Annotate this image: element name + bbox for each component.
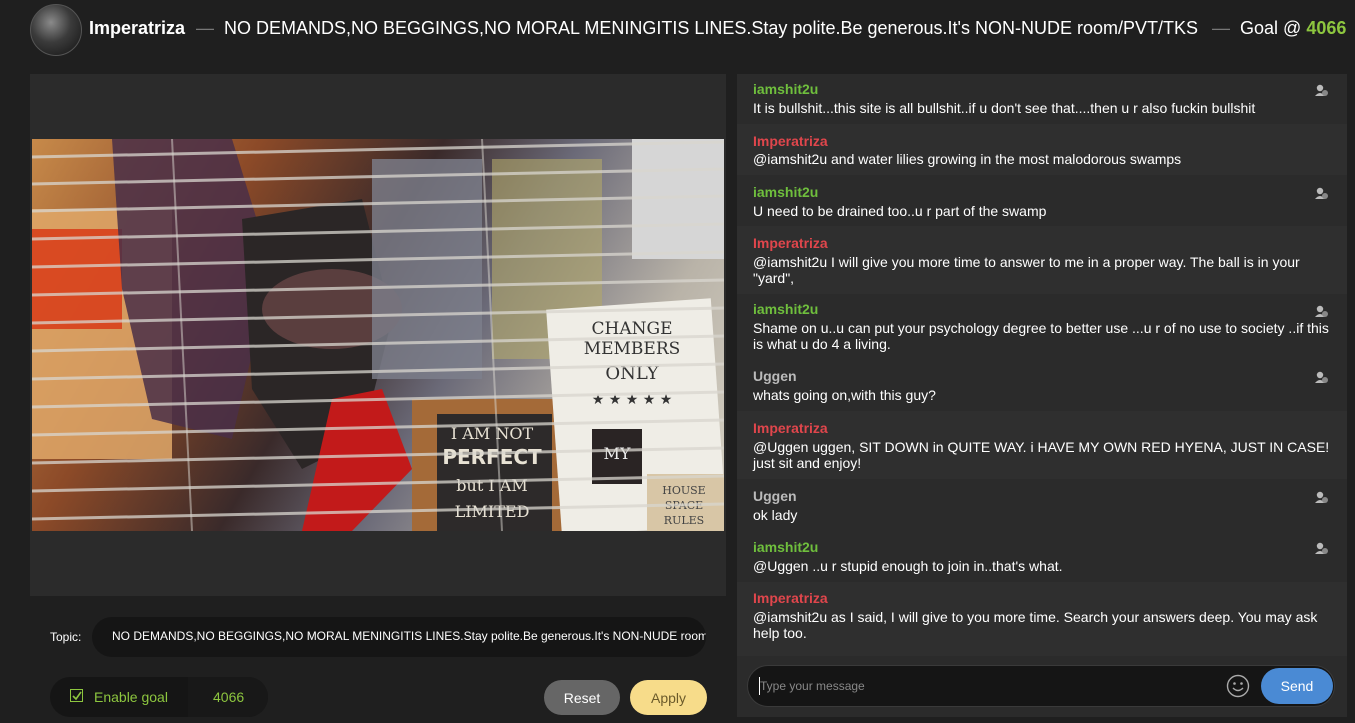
mute-user-icon[interactable] (1313, 540, 1329, 556)
chat-username[interactable]: iamshit2u (753, 301, 818, 317)
chat-message: Imperatriza @iamshit2u as I said, I will… (737, 582, 1347, 656)
header-separator: — (196, 18, 214, 38)
topic-input[interactable]: NO DEMANDS,NO BEGGINGS,NO MORAL MENINGIT… (92, 617, 706, 657)
topic-label: Topic: (50, 630, 82, 644)
chat-text: @iamshit2u I will give you more time to … (753, 254, 1300, 286)
sign-house-rules: HOUSE (662, 484, 705, 497)
chat-text: It is bullshit...this site is all bullsh… (753, 100, 1256, 116)
check-icon (72, 691, 82, 701)
sign-perfect-line4: LIMITED (455, 502, 530, 521)
video-stream[interactable]: CHANGE MEMBERS ONLY ★ ★ ★ ★ ★ I AM NOT P… (32, 139, 724, 531)
chat-username[interactable]: iamshit2u (753, 184, 818, 200)
sign-house-rules-3: RULES (664, 514, 704, 527)
sign-perfect-line3: but I AM (456, 476, 527, 495)
chat-username[interactable]: Imperatriza (753, 235, 828, 251)
enable-goal-label[interactable]: Enable goal (94, 689, 168, 705)
chat-message: iamshit2u U need to be drained too..u r … (737, 175, 1347, 226)
chat-composer: Type your message Send (737, 656, 1347, 717)
chat-text: @Uggen uggen, SIT DOWN in QUITE WAY. i H… (753, 439, 1330, 471)
chat-username[interactable]: Imperatriza (753, 133, 828, 149)
chat-text: whats going on,with this guy? (753, 387, 936, 403)
chat-message: Imperatriza @iamshit2u and water lilies … (737, 124, 1347, 175)
mute-user-icon[interactable] (1313, 369, 1329, 385)
chat-text: ok lady (753, 507, 798, 523)
chat-username[interactable]: iamshit2u (753, 539, 818, 555)
chat-message: Uggen whats going on,with this guy? (737, 361, 1347, 411)
chat-message-input[interactable]: Type your message Send (747, 665, 1335, 707)
send-button[interactable]: Send (1261, 668, 1333, 704)
video-panel: CHANGE MEMBERS ONLY ★ ★ ★ ★ ★ I AM NOT P… (30, 74, 726, 596)
chat-panel: iamshit2u It is bullshit...this site is … (737, 74, 1347, 656)
chat-text: Shame on u..u can put your psychology de… (753, 320, 1329, 352)
chat-text: @Uggen ..u r stupid enough to join in..t… (753, 558, 1063, 574)
goal-label: Goal @ (1240, 18, 1302, 38)
chat-text: @iamshit2u and water lilies growing in t… (753, 151, 1182, 167)
apply-button[interactable]: Apply (630, 680, 707, 715)
chat-username[interactable]: Imperatriza (753, 590, 828, 606)
sign-my: MY (604, 444, 631, 463)
mute-user-icon[interactable] (1313, 185, 1329, 201)
chat-username[interactable]: Uggen (753, 488, 797, 504)
chat-text: @iamshit2u as I said, I will give to you… (753, 609, 1318, 641)
chat-message: Uggen ok lady (737, 479, 1347, 530)
chat-message: Imperatriza @Uggen uggen, SIT DOWN in QU… (737, 411, 1347, 479)
room-header: Imperatriza — NO DEMANDS,NO BEGGINGS,NO … (0, 0, 1355, 58)
header-topic: NO DEMANDS,NO BEGGINGS,NO MORAL MENINGIT… (224, 18, 1198, 38)
chat-username[interactable]: Uggen (753, 368, 797, 384)
chat-message: Imperatriza @iamshit2u I will give you m… (737, 226, 1347, 294)
mute-user-icon[interactable] (1313, 82, 1329, 98)
chat-message: iamshit2u Shame on u..u can put your psy… (737, 294, 1347, 361)
chat-message: iamshit2u It is bullshit...this site is … (737, 74, 1347, 124)
chat-text: U need to be drained too..u r part of th… (753, 203, 1047, 219)
chat-message: iamshit2u @Uggen ..u r stupid enough to … (737, 530, 1347, 582)
topic-input-value: NO DEMANDS,NO BEGGINGS,NO MORAL MENINGIT… (112, 629, 706, 643)
enable-goal-checkbox[interactable] (70, 689, 83, 702)
broadcaster-avatar[interactable] (30, 4, 82, 56)
goal-value: 4066 (1306, 18, 1347, 38)
chat-input-placeholder: Type your message (760, 679, 865, 693)
goal-control: Enable goal 4066 (50, 677, 268, 717)
broadcaster-name[interactable]: Imperatriza (89, 18, 185, 39)
chat-username[interactable]: iamshit2u (753, 81, 818, 97)
sign-members-text-2: MEMBERS (584, 339, 681, 359)
mute-user-icon[interactable] (1313, 489, 1329, 505)
chat-username[interactable]: Imperatriza (753, 420, 828, 436)
mute-user-icon[interactable] (1313, 303, 1329, 319)
emoji-icon[interactable] (1226, 674, 1250, 698)
header-goal: Goal @ 4066 (1240, 18, 1346, 39)
header-separator: — (1212, 18, 1230, 38)
goal-amount-input[interactable]: 4066 (188, 677, 268, 717)
video-frame-illustration: CHANGE MEMBERS ONLY ★ ★ ★ ★ ★ I AM NOT P… (32, 139, 724, 531)
sign-perfect-line2: PERFECT (442, 445, 542, 469)
reset-button[interactable]: Reset (544, 680, 620, 715)
